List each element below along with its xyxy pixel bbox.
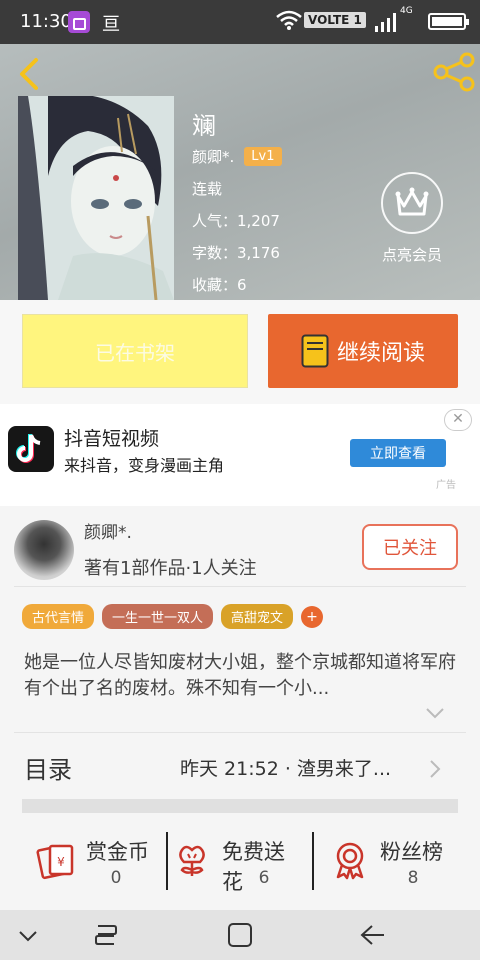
tiktok-logo-icon xyxy=(8,426,54,472)
reward-count: 0 xyxy=(110,868,122,888)
back-nav-icon[interactable] xyxy=(358,922,386,948)
action-row: 已在书架 继续阅读 xyxy=(0,300,480,404)
ad-description: 来抖音，变身漫画主角 xyxy=(64,456,225,475)
in-shelf-button[interactable]: 已在书架 xyxy=(22,314,248,388)
book-icon xyxy=(301,334,329,368)
divider xyxy=(14,586,466,587)
signal-icon xyxy=(375,13,396,32)
book-favorites: 收藏：6 xyxy=(192,276,247,294)
continue-reading-button[interactable]: 继续阅读 xyxy=(268,314,458,388)
chevron-down-icon[interactable] xyxy=(14,922,42,948)
book-header: 斓 颜卿*. Lv1 连载 人气：1,207 字数：3,176 收藏：6 点亮会… xyxy=(0,44,480,300)
tag-ancient-romance[interactable]: 古代言情 xyxy=(22,604,95,629)
home-icon[interactable] xyxy=(226,922,254,948)
vip-button[interactable]: 点亮会员 xyxy=(372,172,452,265)
medal-icon xyxy=(336,842,364,880)
level-badge: Lv1 xyxy=(244,147,282,166)
fan-ranking-button[interactable]: 粉丝榜 8 xyxy=(312,824,462,898)
system-nav-bar xyxy=(0,910,480,960)
send-flower-button[interactable]: 免费送花 6 xyxy=(154,824,304,898)
author-name[interactable]: 颜卿*. xyxy=(84,518,132,543)
ad-tag: 广告 xyxy=(436,480,456,491)
book-title: 斓 xyxy=(192,112,216,140)
status-bar: 11:30 亘 VOLTE 1 4G xyxy=(0,0,480,44)
screen-record-icon xyxy=(68,11,90,33)
author-stats: 著有1部作品·1人关注 xyxy=(84,558,257,579)
tag-sweet[interactable]: 高甜宠文 xyxy=(221,604,294,629)
volte-badge: VOLTE 1 xyxy=(304,12,366,28)
network-type: 4G xyxy=(400,6,413,16)
book-author[interactable]: 颜卿*. xyxy=(192,146,234,167)
red-envelope-icon: ¥ xyxy=(36,844,74,880)
ad-title: 抖音短视频 xyxy=(64,428,160,450)
recent-apps-icon[interactable] xyxy=(92,922,120,948)
app-notification-icon: 亘 xyxy=(102,14,120,35)
book-word-count: 字数：3,176 xyxy=(192,244,280,262)
crown-icon xyxy=(381,172,443,234)
avatar[interactable] xyxy=(14,520,74,580)
battery-icon xyxy=(428,13,469,30)
flower-icon xyxy=(179,845,205,876)
svg-text:¥: ¥ xyxy=(57,855,65,869)
status-time: 11:30 xyxy=(20,11,72,32)
toc-label[interactable]: 目录 xyxy=(24,750,72,785)
back-icon[interactable] xyxy=(14,54,46,94)
book-popularity: 人气：1,207 xyxy=(192,212,280,230)
share-icon[interactable] xyxy=(432,52,476,92)
ad-banner[interactable]: 抖音短视频 来抖音，变身漫画主角 立即查看 ✕ 广告 xyxy=(0,404,480,506)
chevron-right-icon[interactable] xyxy=(428,758,442,780)
latest-chapter[interactable]: 昨天 21:52 · 渣男来了... xyxy=(180,754,416,781)
book-status: 连载 xyxy=(192,180,223,198)
book-description[interactable]: 她是一位人尽皆知废材大小姐，整个京城都知道将军府有个出了名的废材。殊不知有一个小… xyxy=(24,650,462,702)
ad-close-icon[interactable]: ✕ xyxy=(444,409,472,431)
fan-ranking-label: 粉丝榜 xyxy=(380,840,443,864)
reward-coins-button[interactable]: ¥ 赏金币 0 xyxy=(18,824,168,898)
continue-reading-label: 继续阅读 xyxy=(336,341,425,366)
ad-cta-button[interactable]: 立即查看 xyxy=(350,439,446,467)
flower-count: 6 xyxy=(258,868,270,888)
book-cover[interactable] xyxy=(18,96,174,300)
chevron-down-icon[interactable] xyxy=(424,706,446,720)
divider xyxy=(14,732,466,733)
section-separator xyxy=(22,799,458,813)
follow-button[interactable]: 已关注 xyxy=(362,524,458,570)
cover-illustration xyxy=(18,96,174,300)
tag-list: 古代言情 一生一世一双人 高甜宠文 + xyxy=(22,604,324,629)
author-section: 颜卿*. 著有1部作品·1人关注 已关注 古代言情 一生一世一双人 高甜宠文 +… xyxy=(0,506,480,930)
fan-ranking-count: 8 xyxy=(407,868,419,888)
author-row: 颜卿*. Lv1 xyxy=(192,146,282,167)
vip-label: 点亮会员 xyxy=(381,246,442,264)
tag-one-life[interactable]: 一生一世一双人 xyxy=(102,604,214,629)
add-tag-button[interactable]: + xyxy=(301,605,324,628)
wifi-icon xyxy=(276,10,302,30)
bottom-actions: ¥ 赏金币 0 免费送花 6 粉丝榜 8 xyxy=(0,824,480,898)
reward-label: 赏金币 xyxy=(86,840,149,864)
